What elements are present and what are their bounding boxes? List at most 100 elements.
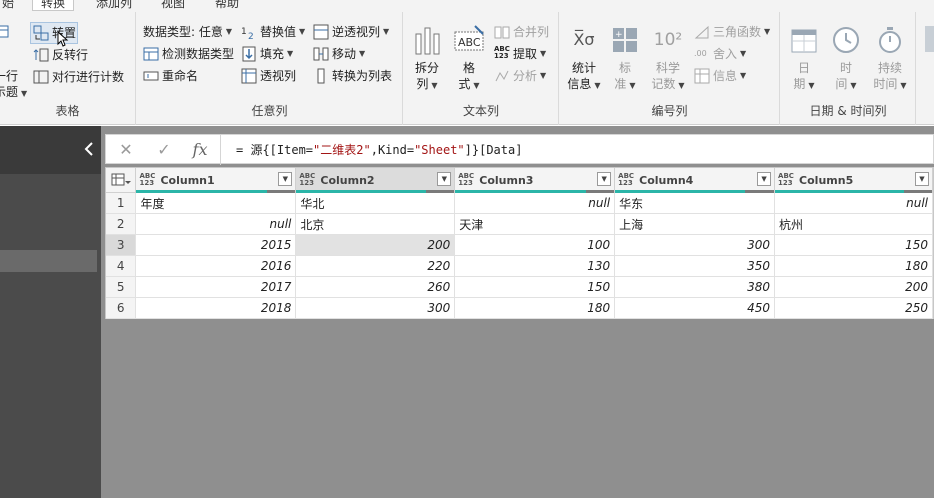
scientific-button[interactable]: 10² 科学 记数 ▼	[648, 24, 688, 94]
time-button[interactable]: 时 间 ▼	[827, 24, 865, 94]
extract-button[interactable]: ABC 123 提取 ▼	[494, 44, 546, 64]
table-cell[interactable]: 2015	[135, 234, 297, 256]
table-cell[interactable]: 200	[774, 276, 933, 298]
column-header[interactable]: ABC 123 Column3 ▼	[454, 168, 616, 193]
reverse-rows-button[interactable]: 反转行	[33, 45, 88, 65]
table-cell[interactable]: 100	[454, 234, 616, 256]
detect-type-icon	[143, 46, 159, 62]
duration-button[interactable]: 持续 时间 ▼	[869, 24, 911, 94]
count-rows-button[interactable]: 对行进行计数	[33, 67, 124, 87]
table-cell[interactable]: 350	[614, 255, 776, 277]
table-cell[interactable]: 华北	[295, 192, 456, 214]
table-row: 3 2015 200 100 300 150	[106, 234, 933, 256]
table-cell[interactable]: 300	[614, 234, 776, 256]
table-cell[interactable]: 天津	[454, 213, 616, 235]
detect-data-type-button[interactable]: 检测数据类型	[143, 44, 234, 64]
table-cell[interactable]: 220	[295, 255, 456, 277]
pivot-column-button[interactable]: 透视列	[241, 66, 296, 86]
tab-add-column[interactable]: 添加列	[96, 0, 132, 11]
table-cell[interactable]: 年度	[135, 192, 297, 214]
tab-view[interactable]: 视图	[161, 0, 185, 11]
abc123-icon: ABC 123	[494, 46, 510, 62]
row-number[interactable]: 6	[106, 297, 137, 319]
rename-button[interactable]: 重命名	[143, 66, 198, 86]
any-type-icon[interactable]: ABC 123	[139, 173, 156, 187]
merge-columns-button[interactable]: 合并列	[494, 22, 549, 42]
any-type-icon[interactable]: ABC 123	[778, 173, 795, 187]
row-number[interactable]: 5	[106, 276, 137, 298]
table-cell[interactable]: 450	[614, 297, 776, 319]
column-filter-dropdown-icon[interactable]: ▼	[597, 172, 612, 186]
table-cell[interactable]: 北京	[295, 213, 456, 235]
fx-icon[interactable]: fx	[186, 139, 214, 161]
table-cell[interactable]: null	[135, 213, 297, 235]
column-header[interactable]: ABC 123 Column4 ▼	[614, 168, 776, 193]
table-cell[interactable]: 130	[454, 255, 616, 277]
any-type-icon[interactable]: ABC 123	[299, 173, 316, 187]
column-header[interactable]: ABC 123 Column1 ▼	[135, 168, 297, 193]
column-title: Column1	[160, 173, 215, 187]
column-filter-dropdown-icon[interactable]: ▼	[437, 172, 452, 186]
tab-transform[interactable]: 转换	[32, 0, 75, 11]
move-button[interactable]: 移动 ▼	[313, 44, 365, 64]
parse-button[interactable]: 分析 ▼	[494, 66, 546, 86]
table-cell[interactable]: null	[454, 192, 616, 214]
use-first-row-headers-button[interactable]: 一行 示题 ▼	[0, 24, 28, 102]
table-cell[interactable]: 2018	[135, 297, 297, 319]
table-cell[interactable]: 华东	[614, 192, 776, 214]
table-cell[interactable]: 150	[454, 276, 616, 298]
replace-values-button[interactable]: 12 替换值 ▼	[241, 22, 305, 42]
table-cell[interactable]: 380	[614, 276, 776, 298]
column-filter-dropdown-icon[interactable]: ▼	[915, 172, 929, 186]
column-header[interactable]: ABC 123 Column2 ▼	[295, 168, 456, 193]
row-number[interactable]: 3	[106, 234, 137, 256]
table-cell[interactable]: 200	[295, 234, 456, 256]
table-cell[interactable]: 杭州	[774, 213, 933, 235]
table-cell[interactable]: null	[774, 192, 933, 214]
chevron-down-icon: ▼	[359, 49, 366, 58]
table-cell[interactable]: 180	[774, 255, 933, 277]
table-cell[interactable]: 2016	[135, 255, 297, 277]
table-cell[interactable]: 180	[454, 297, 616, 319]
split-column-button[interactable]: 拆分 列 ▼	[410, 24, 444, 94]
fill-button[interactable]: 填充 ▼	[241, 44, 293, 64]
row-number[interactable]: 2	[106, 213, 137, 235]
type-icon-bottom: 123	[618, 179, 633, 187]
table-corner-menu[interactable]	[106, 168, 137, 193]
rounding-button[interactable]: .00 舍入 ▼	[694, 44, 746, 64]
tab-home[interactable]: 始	[2, 0, 14, 11]
collapse-chevron-left-icon[interactable]	[83, 140, 95, 162]
formula-input[interactable]: = 源{[Item="二维表2",Kind="Sheet"]}[Data]	[236, 135, 522, 165]
table-cell[interactable]: 上海	[614, 213, 776, 235]
format-button[interactable]: ABC 格 式 ▼	[450, 24, 488, 94]
column-filter-dropdown-icon[interactable]: ▼	[757, 172, 772, 186]
any-type-icon[interactable]: ABC 123	[618, 173, 635, 187]
number-info-button[interactable]: 信息 ▼	[694, 66, 746, 86]
table-cell[interactable]: 260	[295, 276, 456, 298]
column-filter-dropdown-icon[interactable]: ▼	[278, 172, 293, 186]
selected-query-item[interactable]	[0, 250, 97, 272]
tab-help[interactable]: 帮助	[215, 0, 239, 11]
unpivot-columns-button[interactable]: 逆透视列 ▼	[313, 22, 389, 42]
statistics-button[interactable]: X̅σ 统计 信息 ▼	[564, 24, 604, 94]
formula-mid: ,Kind=	[370, 143, 415, 157]
data-type-label: 数据类型: 任意	[143, 25, 223, 39]
table-cell[interactable]: 250	[774, 297, 933, 319]
convert-to-list-button[interactable]: 转换为列表	[313, 66, 392, 86]
date-button[interactable]: 日 期 ▼	[785, 24, 823, 94]
row-number[interactable]: 1	[106, 192, 137, 214]
column-header[interactable]: ABC 123 Column5 ▼	[774, 168, 933, 193]
standard-button[interactable]: + 标 准 ▼	[608, 24, 642, 94]
table-cell[interactable]: 2017	[135, 276, 297, 298]
data-type-dropdown[interactable]: 数据类型: 任意 ▼	[143, 22, 232, 42]
transpose-button[interactable]: 转置	[30, 22, 78, 47]
trigonometry-button[interactable]: 三角函数 ▼	[694, 22, 770, 42]
ribbon-tab-strip: 始 转换 添加列 视图 帮助	[0, 0, 934, 12]
any-type-icon[interactable]: ABC 123	[458, 173, 475, 187]
table-cell[interactable]: 150	[774, 234, 933, 256]
clock-icon	[830, 24, 862, 56]
cancel-formula-icon[interactable]: ✕	[112, 139, 140, 161]
table-cell[interactable]: 300	[295, 297, 456, 319]
confirm-formula-icon[interactable]: ✓	[150, 139, 178, 161]
row-number[interactable]: 4	[106, 255, 137, 277]
